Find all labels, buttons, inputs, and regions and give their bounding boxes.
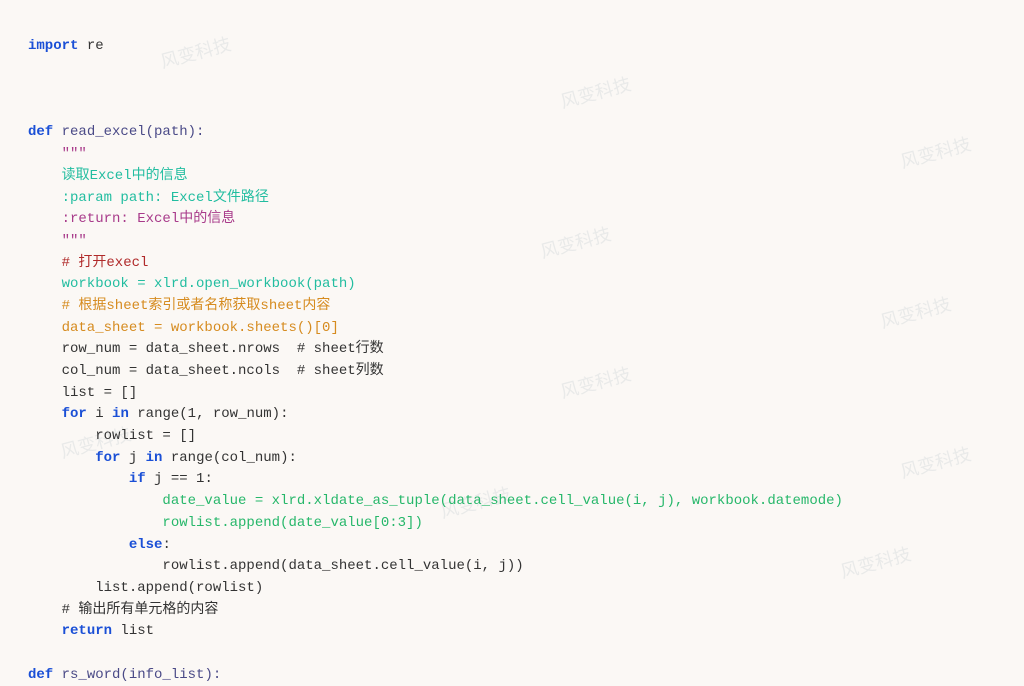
code-line: row_num = data_sheet.nrows [28,341,297,357]
code-line: rowlist.append(data_sheet.cell_value(i, … [28,558,524,574]
kw-import: import [28,38,78,54]
range-call: range(col_num): [162,450,296,466]
code-line: rowlist.append(date_value[0:3]) [28,515,423,531]
indent [28,471,129,487]
var: i [87,406,112,422]
kw-for: for [95,450,120,466]
kw-in: in [146,450,163,466]
code-block: import re def read_excel(path): """ 读取Ex… [28,14,996,686]
indent [28,623,62,639]
comment: # sheet列数 [297,363,384,379]
colon: : [162,537,170,553]
comment: # sheet行数 [297,341,384,357]
fn-read-excel: read_excel(path): [53,124,204,140]
return-val: list [112,623,154,639]
kw-def: def [28,667,53,683]
code-line: rowlist = [] [28,428,196,444]
code-line: col_num = data_sheet.ncols [28,363,297,379]
fn-rs-word: rs_word(info_list): [53,667,221,683]
docstring-close: """ [28,233,87,249]
docstring-line: :return: Excel中的信息 [28,211,235,227]
range-call: range(1, row_num): [129,406,289,422]
code-line: workbook = xlrd.open_workbook(path) [28,276,356,292]
kw-def: def [28,124,53,140]
cond: j == 1: [146,471,213,487]
indent [28,537,129,553]
comment: # 根据sheet索引或者名称获取sheet内容 [28,298,330,314]
kw-if: if [129,471,146,487]
docstring-line: :param path: Excel文件路径 [28,190,269,206]
code-line: list.append(rowlist) [28,580,263,596]
code-line: list = [] [28,385,137,401]
kw-else: else [129,537,163,553]
docstring-line: 读取Excel中的信息 [28,168,188,184]
docstring-open: """ [28,146,87,162]
kw-return: return [62,623,112,639]
comment: # 输出所有单元格的内容 [28,602,218,618]
indent [28,406,62,422]
code-line: data_sheet = workbook.sheets()[0] [28,320,339,336]
code-line: date_value = xlrd.xldate_as_tuple(data_s… [28,493,843,509]
var: j [120,450,145,466]
kw-for: for [62,406,87,422]
import-target: re [78,38,103,54]
comment: # 打开execl [28,255,148,271]
indent [28,450,95,466]
kw-in: in [112,406,129,422]
